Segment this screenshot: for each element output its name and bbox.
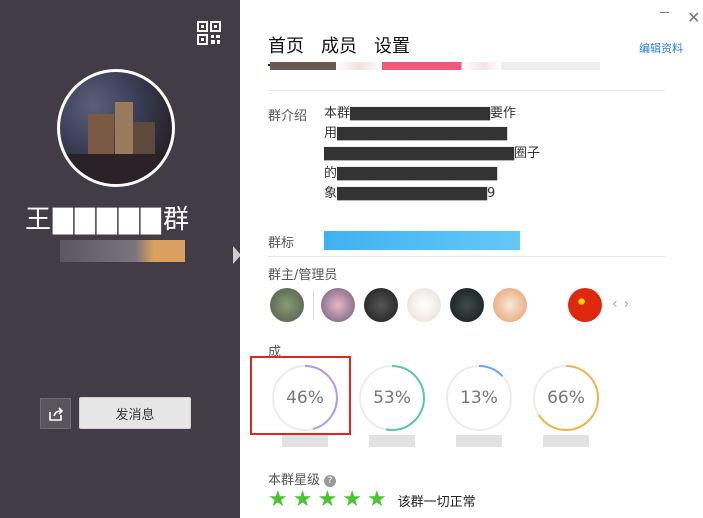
stat-label-blurred	[543, 435, 589, 447]
star-icon: ★	[292, 487, 313, 512]
stat-ring-2[interactable]: 53%	[357, 363, 427, 447]
left-panel: 王▇▇▇▇▇群 发消息	[0, 0, 240, 518]
stat-percent: 66%	[547, 388, 585, 408]
star-icon: ★	[342, 487, 362, 512]
group-name: 王▇▇▇▇▇群	[25, 205, 191, 235]
share-icon	[48, 406, 63, 421]
stat-ring-3[interactable]: 13%	[444, 363, 514, 447]
admin-avatar[interactable]	[407, 288, 441, 322]
intro-text: 本群▇▇▇▇▇▇▇▇▇▇▇▇▇▇要作 用▇▇▇▇▇▇▇▇▇▇▇▇▇▇▇▇▇ ▇▇…	[324, 104, 654, 204]
star-icon: ★	[366, 487, 387, 512]
stat-label-blurred	[456, 435, 502, 447]
group-profile-window: 王▇▇▇▇▇群 发消息 ✕ 首页 成员 设置 编辑资料 群介绍 本群▇▇▇▇▇▇…	[0, 0, 703, 518]
group-id-blurred	[60, 240, 185, 262]
tags-label: 群标	[268, 236, 295, 251]
share-button[interactable]	[40, 398, 71, 429]
divider	[268, 256, 665, 257]
help-icon[interactable]: ?	[324, 474, 337, 487]
tab-home[interactable]: 首页	[268, 32, 304, 66]
group-tag[interactable]	[324, 231, 520, 250]
intro-label: 群介绍	[268, 109, 308, 124]
rating-stars: ★ ★ ★ ★ ★ 该群一切正常	[268, 489, 476, 511]
admin-list	[270, 288, 611, 322]
qr-code-icon[interactable]	[197, 21, 221, 45]
intro-line: ▇▇▇▇▇▇▇▇▇▇▇▇▇▇▇▇▇▇▇圈子	[324, 146, 540, 161]
stat-ring-4[interactable]: 66%	[531, 363, 601, 447]
send-message-button[interactable]: 发消息	[79, 397, 191, 429]
admin-avatar[interactable]	[450, 288, 484, 322]
tab-settings[interactable]: 设置	[374, 32, 410, 66]
photo-strip[interactable]	[270, 62, 600, 70]
stat-percent: 13%	[460, 388, 498, 408]
group-avatar[interactable]	[57, 69, 175, 187]
admin-avatar[interactable]	[568, 288, 602, 322]
separator	[313, 290, 314, 320]
intro-line: 的▇▇▇▇▇▇▇▇▇▇▇▇▇▇▇▇	[324, 166, 497, 181]
rating-label-text: 本群星级	[268, 473, 321, 488]
stat-label-blurred	[282, 435, 328, 447]
divider	[268, 90, 665, 91]
edit-profile-link[interactable]: 编辑资料	[639, 40, 683, 56]
tab-members[interactable]: 成员	[321, 32, 357, 66]
intro-line: 象▇▇▇▇▇▇▇▇▇▇▇▇▇▇▇9	[324, 186, 496, 201]
admin-avatar[interactable]	[493, 288, 527, 322]
admins-label: 群主/管理员	[268, 268, 338, 283]
stat-label-blurred	[369, 435, 415, 447]
admin-nav-arrows[interactable]: ‹›	[612, 296, 635, 312]
highlight-box	[250, 356, 351, 435]
stat-percent: 53%	[373, 388, 411, 408]
intro-line: 用▇▇▇▇▇▇▇▇▇▇▇▇▇▇▇▇▇	[324, 126, 507, 141]
star-icon: ★	[317, 487, 338, 512]
tab-bar: 首页 成员 设置	[268, 32, 410, 66]
minimize-icon[interactable]	[660, 12, 669, 13]
close-icon[interactable]: ✕	[687, 8, 700, 27]
admin-avatar[interactable]	[321, 288, 355, 322]
admin-avatar[interactable]	[270, 288, 304, 322]
star-icon: ★	[268, 487, 288, 512]
admin-avatar[interactable]	[364, 288, 398, 322]
intro-line: 本群▇▇▇▇▇▇▇▇▇▇▇▇▇▇要作	[324, 106, 516, 121]
right-panel: ✕ 首页 成员 设置 编辑资料 群介绍 本群▇▇▇▇▇▇▇▇▇▇▇▇▇▇要作 用…	[240, 0, 703, 518]
rating-label: 本群星级?	[268, 469, 337, 488]
rating-status: 该群一切正常	[397, 494, 476, 510]
